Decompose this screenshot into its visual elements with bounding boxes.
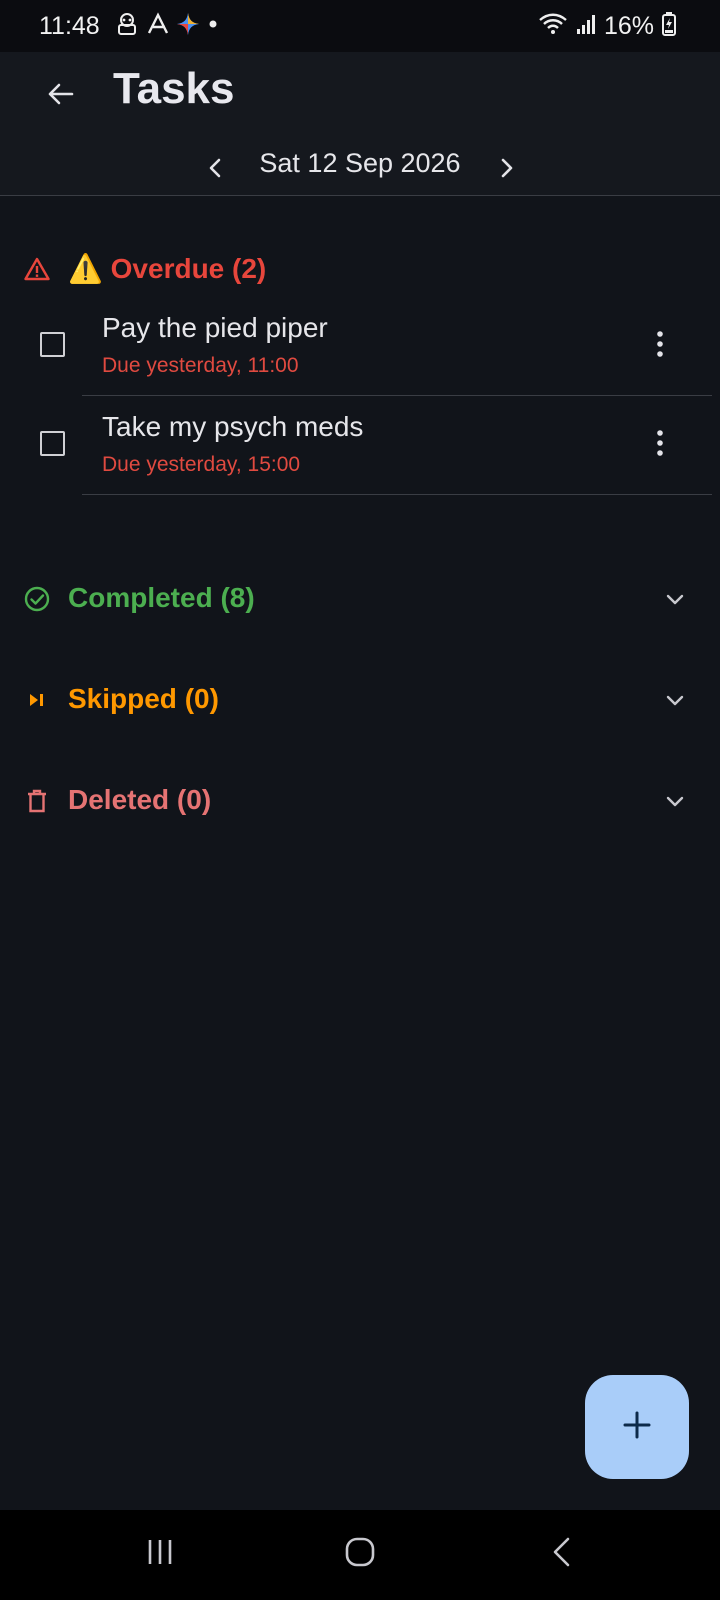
task-more-button[interactable] (644, 423, 676, 467)
check-circle-icon (22, 584, 52, 614)
recent-apps-button[interactable] (130, 1530, 190, 1578)
trash-icon (22, 786, 52, 816)
overdue-section-header: ⚠️ Overdue (2) (0, 238, 720, 298)
date-navigator: Sat 12 Sep 2026 (0, 144, 720, 196)
status-time: 11:48 (39, 12, 100, 40)
previous-day-button[interactable] (196, 150, 236, 190)
chevron-down-icon (660, 584, 690, 614)
arrow-left-icon (45, 79, 75, 114)
battery-charging-icon (662, 12, 676, 41)
system-back-button[interactable] (532, 1530, 592, 1578)
system-nav-bar (0, 1510, 720, 1600)
add-task-button[interactable] (585, 1375, 689, 1479)
arrow-logo-icon (146, 11, 170, 41)
chevron-down-icon (660, 685, 690, 715)
recent-apps-icon (145, 1537, 175, 1572)
deleted-section-title: Deleted (0) (68, 784, 212, 815)
task-due-time: Due yesterday, 15:00 (102, 453, 301, 476)
back-icon (550, 1536, 574, 1573)
task-row[interactable]: Take my psych meds Due yesterday, 15:00 (0, 397, 720, 495)
task-row[interactable]: Pay the pied piper Due yesterday, 11:00 (0, 298, 720, 396)
skipped-section-header[interactable]: Skipped (0) (0, 669, 720, 729)
wifi-icon (538, 12, 568, 41)
task-title: Pay the pied piper (102, 312, 328, 343)
skipped-section-title: Skipped (0) (68, 683, 219, 714)
warning-triangle-icon (22, 254, 52, 284)
task-checkbox[interactable] (40, 431, 65, 456)
battery-percentage: 16% (603, 12, 654, 40)
skip-next-icon (22, 685, 52, 715)
chevron-down-icon (660, 786, 690, 816)
overdue-section-title: ⚠️ Overdue (2) (68, 253, 267, 284)
robot-icon (114, 11, 140, 42)
status-right: 16% (538, 12, 676, 41)
page-title: Tasks (113, 64, 235, 113)
completed-section-title: Completed (8) (68, 582, 255, 613)
next-day-button[interactable] (486, 150, 526, 190)
notification-icons (114, 11, 220, 42)
signal-icon (576, 13, 596, 40)
chevron-right-icon (495, 157, 517, 184)
dot-icon (206, 17, 220, 36)
chevron-left-icon (205, 157, 227, 184)
task-title: Take my psych meds (102, 411, 364, 442)
status-bar: 11:48 16% (0, 0, 720, 52)
deleted-section-header[interactable]: Deleted (0) (0, 770, 720, 830)
divider (82, 395, 712, 396)
plus-icon (622, 1410, 652, 1445)
task-more-button[interactable] (644, 324, 676, 368)
more-vert-icon (656, 330, 664, 362)
home-icon (344, 1536, 376, 1573)
app-bar: Tasks (0, 52, 720, 144)
gemini-sparkle-icon (176, 12, 200, 41)
divider (82, 494, 712, 495)
current-date: Sat 12 Sep 2026 (259, 148, 461, 178)
completed-section-header[interactable]: Completed (8) (0, 568, 720, 628)
back-button[interactable] (36, 72, 84, 120)
task-due-time: Due yesterday, 11:00 (102, 354, 299, 377)
more-vert-icon (656, 429, 664, 461)
home-button[interactable] (330, 1530, 390, 1578)
task-checkbox[interactable] (40, 332, 65, 357)
